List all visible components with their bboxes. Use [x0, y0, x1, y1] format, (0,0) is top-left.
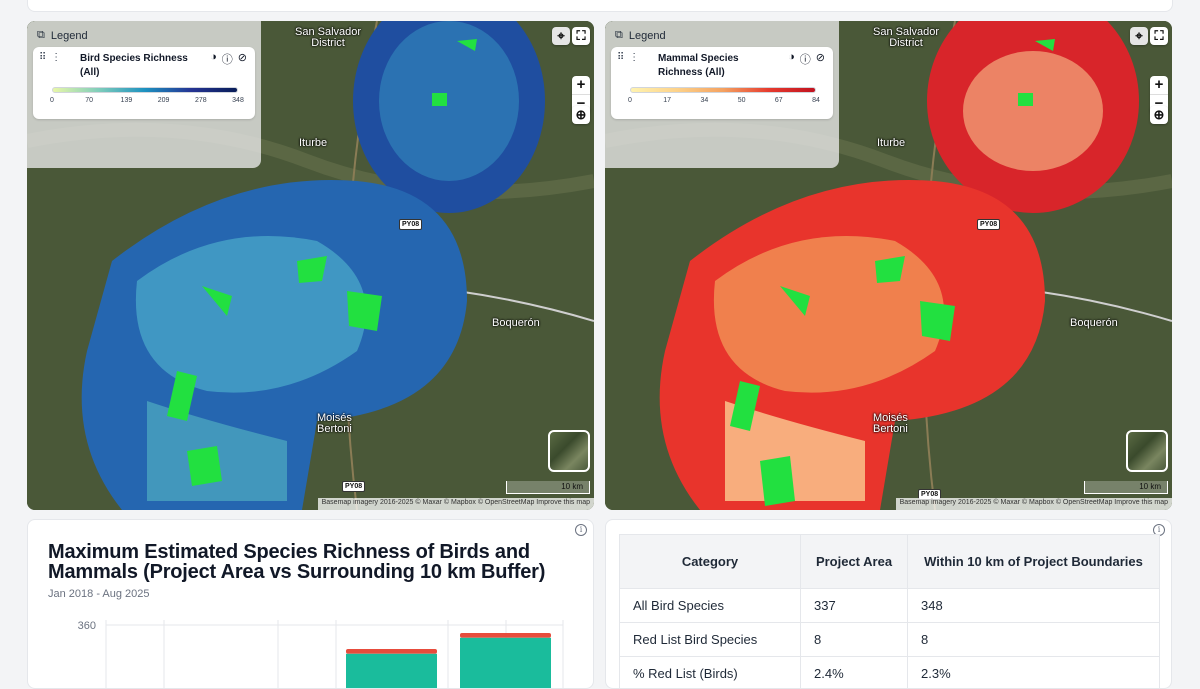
table-header: Project Area: [801, 535, 908, 589]
ramp-tick-label: 348: [232, 97, 244, 104]
legend-title: Legend: [51, 30, 88, 42]
legend-panel: ⧉ Legend ⠿ ⋮ Bird Species Richness (All)…: [27, 21, 261, 168]
basemap-switcher[interactable]: [548, 430, 590, 472]
ramp-tick-label: 0: [50, 97, 54, 104]
table-header: Category: [620, 535, 801, 589]
place-moises-bertoni: MoisésBertoni: [873, 413, 908, 435]
ramp-tick-label: 70: [85, 97, 93, 104]
layers-icon: ⧉: [37, 29, 45, 42]
info-icon[interactable]: i: [575, 524, 587, 536]
chart-title: Maximum Estimated Species Richness of Bi…: [48, 542, 588, 582]
color-ramp: [52, 87, 238, 93]
basemap-switcher[interactable]: [1126, 430, 1168, 472]
chart-subtitle: Jan 2018 - Aug 2025: [48, 588, 150, 600]
legend-item-label: Mammal Species Richness (All): [658, 52, 776, 80]
bar-all-species[interactable]: [346, 654, 437, 689]
ramp-tick-label: 209: [158, 97, 170, 104]
legend-item-label: Bird Species Richness (All): [80, 52, 198, 80]
drag-handle-icon[interactable]: ⠿ ⋮: [617, 52, 640, 63]
table-cell: 348: [908, 589, 1160, 623]
table-cell: 337: [801, 589, 908, 623]
y-tick-label: 360: [78, 620, 96, 632]
map-attribution[interactable]: Basemap imagery 2016-2025 © Maxar © Mapb…: [896, 498, 1172, 510]
fullscreen-icon[interactable]: ⛶: [572, 27, 590, 45]
reset-view-icon[interactable]: ⊕: [572, 106, 590, 124]
fullscreen-icon[interactable]: ⛶: [1150, 27, 1168, 45]
ramp-tick-label: 0: [628, 97, 632, 104]
bar-red-list[interactable]: [460, 633, 551, 638]
legend-header[interactable]: ⧉ Legend: [37, 29, 88, 42]
legend-header[interactable]: ⧉ Legend: [615, 29, 666, 42]
table-cell: 2.4%: [801, 657, 908, 689]
road-label: PY08: [342, 481, 365, 492]
info-icon[interactable]: ⓘ: [222, 51, 233, 67]
place-boqueron: Boquerón: [492, 318, 540, 329]
table-cell: Red List Bird Species: [620, 623, 801, 657]
ramp-tick-label: 84: [812, 97, 820, 104]
comparison-table: Category Project Area Within 10 km of Pr…: [619, 534, 1160, 689]
ramp-tick-label: 139: [121, 97, 133, 104]
bar-all-species[interactable]: [460, 638, 551, 689]
opacity-icon[interactable]: ◑: [210, 51, 217, 67]
table-cell: All Bird Species: [620, 589, 801, 623]
place-iturbe: Iturbe: [877, 138, 905, 149]
table-header: Within 10 km of Project Boundaries: [908, 535, 1160, 589]
road-label: PY08: [977, 219, 1000, 230]
locate-icon[interactable]: ⌖: [552, 27, 570, 45]
info-icon[interactable]: ⓘ: [800, 51, 811, 67]
zoom-in-button[interactable]: +: [1150, 76, 1168, 95]
place-iturbe: Iturbe: [299, 138, 327, 149]
legend-item-mammal-richness: ⠿ ⋮ Mammal Species Richness (All) ◑ ⓘ ⊘ …: [611, 47, 833, 119]
table-row: Red List Bird Species88: [620, 623, 1160, 657]
map-attribution[interactable]: Basemap imagery 2016-2025 © Maxar © Mapb…: [318, 498, 594, 510]
ramp-tick-label: 34: [700, 97, 708, 104]
opacity-icon[interactable]: ◑: [788, 51, 795, 67]
top-card: [27, 0, 1173, 12]
drag-handle-icon[interactable]: ⠿ ⋮: [39, 52, 62, 63]
place-san-salvador: San SalvadorDistrict: [873, 27, 939, 49]
locate-icon[interactable]: ⌖: [1130, 27, 1148, 45]
table-row: All Bird Species337348: [620, 589, 1160, 623]
layers-icon: ⧉: [615, 29, 623, 42]
ramp-tick-label: 67: [775, 97, 783, 104]
reset-view-icon[interactable]: ⊕: [1150, 106, 1168, 124]
hide-layer-icon[interactable]: ⊘: [816, 51, 825, 67]
table-cell: 8: [801, 623, 908, 657]
zoom-in-button[interactable]: +: [572, 76, 590, 95]
legend-item-bird-richness: ⠿ ⋮ Bird Species Richness (All) ◑ ⓘ ⊘ 0 7…: [33, 47, 255, 119]
ramp-tick-label: 50: [738, 97, 746, 104]
table-row: % Red List (Birds)2.4%2.3%: [620, 657, 1160, 689]
place-boqueron: Boquerón: [1070, 318, 1118, 329]
table-cell: 8: [908, 623, 1160, 657]
place-san-salvador: San SalvadorDistrict: [295, 27, 361, 49]
scale-bar: 10 km: [506, 481, 590, 494]
ramp-tick-label: 17: [663, 97, 671, 104]
color-ramp: [630, 87, 816, 93]
table-cell: % Red List (Birds): [620, 657, 801, 689]
place-moises-bertoni: MoisésBertoni: [317, 413, 352, 435]
scale-bar: 10 km: [1084, 481, 1168, 494]
ramp-tick-label: 278: [195, 97, 207, 104]
chart-card: i Maximum Estimated Species Richness of …: [27, 519, 594, 689]
table-cell: 2.3%: [908, 657, 1160, 689]
road-label: PY08: [399, 219, 422, 230]
legend-panel: ⧉ Legend ⠿ ⋮ Mammal Species Richness (Al…: [605, 21, 839, 168]
bird-richness-map[interactable]: San SalvadorDistrict Iturbe Boquerón Moi…: [27, 21, 594, 510]
table-card: i Category Project Area Within 10 km of …: [605, 519, 1172, 689]
bar-red-list[interactable]: [346, 649, 437, 654]
mammal-richness-map[interactable]: San SalvadorDistrict Iturbe Boquerón Moi…: [605, 21, 1172, 510]
legend-title: Legend: [629, 30, 666, 42]
chart-plot: 360: [28, 615, 594, 689]
hide-layer-icon[interactable]: ⊘: [238, 51, 247, 67]
